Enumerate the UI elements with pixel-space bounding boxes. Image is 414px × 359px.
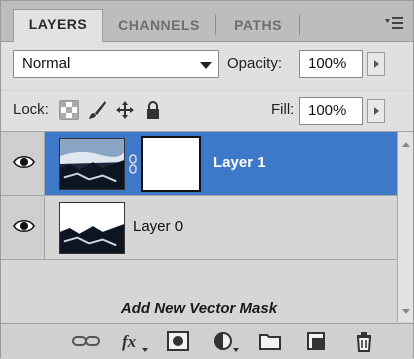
eye-icon xyxy=(13,220,35,232)
fill-slider-button[interactable] xyxy=(367,99,385,123)
opacity-label: Opacity: xyxy=(227,55,283,72)
visibility-toggle[interactable] xyxy=(1,196,45,259)
fill-value: 100% xyxy=(308,102,347,119)
opacity-slider-button[interactable] xyxy=(367,52,385,76)
layer-row-layer-0[interactable]: Layer 0 xyxy=(1,196,397,260)
blend-row: Normal Opacity: 100% xyxy=(1,42,413,90)
add-mask-icon[interactable] xyxy=(165,328,191,354)
lock-position-icon[interactable] xyxy=(115,100,135,120)
lock-label: Lock: xyxy=(13,101,49,118)
link-layers-icon[interactable] xyxy=(71,328,101,354)
svg-text:fx: fx xyxy=(122,332,137,351)
layers-scrollbar[interactable] xyxy=(397,132,413,322)
layer-name: Layer 0 xyxy=(133,218,184,235)
layers-list: Layer 1 Layer 0 xyxy=(1,132,397,322)
panel-menu-icon[interactable] xyxy=(385,16,403,30)
lock-transparent-pixels-icon[interactable] xyxy=(59,100,79,120)
layer-style-fx-icon[interactable]: fx xyxy=(119,328,149,354)
lock-image-pixels-icon[interactable] xyxy=(87,100,107,120)
layer-name: Layer 1 xyxy=(213,154,266,171)
new-group-icon[interactable] xyxy=(257,328,283,354)
new-layer-icon[interactable] xyxy=(303,328,329,354)
lock-row: Lock: Fill: 100% xyxy=(1,91,413,132)
eye-icon xyxy=(13,156,35,168)
vector-mask-thumbnail[interactable] xyxy=(141,136,201,192)
tab-channels[interactable]: CHANNELS xyxy=(105,11,213,40)
fill-label: Fill: xyxy=(271,101,295,118)
blend-mode-select[interactable]: Normal xyxy=(13,50,219,78)
tab-layers[interactable]: LAYERS xyxy=(13,9,103,42)
layer-row-layer-1[interactable]: Layer 1 xyxy=(1,132,397,196)
blend-mode-value: Normal xyxy=(22,55,71,72)
layers-panel: LAYERS CHANNELS PATHS Normal Opacity: 10… xyxy=(0,0,414,359)
lock-all-icon[interactable] xyxy=(143,100,163,120)
panel-tab-bar: LAYERS CHANNELS PATHS xyxy=(1,1,413,42)
visibility-toggle[interactable] xyxy=(1,132,45,195)
scroll-down-icon[interactable] xyxy=(402,309,410,314)
delete-layer-icon[interactable] xyxy=(351,328,377,354)
layer-thumbnail xyxy=(59,138,125,190)
tooltip-caption: Add New Vector Mask xyxy=(120,300,278,317)
opacity-field[interactable]: 100% xyxy=(299,50,363,78)
opacity-value: 100% xyxy=(308,55,347,72)
scroll-up-icon[interactable] xyxy=(402,142,410,147)
tab-paths[interactable]: PATHS xyxy=(219,11,297,40)
mask-link-icon[interactable] xyxy=(128,154,138,174)
adjustment-layer-icon[interactable] xyxy=(211,328,241,354)
tab-divider xyxy=(299,15,300,35)
fill-field[interactable]: 100% xyxy=(299,97,363,125)
layers-toolbar: fx xyxy=(1,323,413,359)
tab-divider xyxy=(215,15,216,35)
chevron-down-icon xyxy=(200,62,212,69)
layer-thumbnail xyxy=(59,202,125,254)
